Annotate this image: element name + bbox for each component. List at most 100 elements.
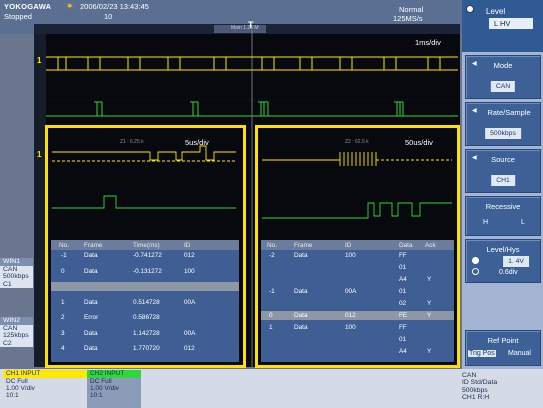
cell-no: 2 bbox=[61, 314, 65, 321]
table-row[interactable]: -1 Data -0.741272 012 bbox=[51, 251, 239, 260]
win1-mode: CAN bbox=[3, 265, 18, 273]
cell-id: 100 bbox=[184, 267, 195, 275]
win2-header: WIN2 bbox=[0, 317, 33, 325]
win1-rate: 500kbps bbox=[3, 273, 29, 280]
cell-frame: Data bbox=[294, 312, 308, 319]
table-row[interactable]: 4 Data 1.770720 012 bbox=[51, 344, 239, 353]
cell-frame: Data bbox=[84, 267, 98, 275]
main-time-div: 1ms/div bbox=[415, 38, 441, 47]
cell-frame: Error bbox=[84, 314, 99, 321]
ch2-probe: 10:1 bbox=[90, 392, 103, 400]
cell-no: -1 bbox=[61, 252, 67, 259]
table-row[interactable]: 0 Data -0.131272 100 bbox=[51, 267, 239, 276]
win1-header: WIN1 bbox=[0, 258, 33, 266]
table-row[interactable]: A4 Y bbox=[261, 347, 454, 356]
decode-table-2[interactable]: No. Frame ID Data Ack -2 Data 100 FF 01 A4 Y -1… bbox=[261, 240, 454, 362]
trigger-type: CAN bbox=[462, 372, 477, 379]
table-row[interactable]: 3 Data 1.142728 00A bbox=[51, 329, 239, 338]
table-row[interactable]: 01 bbox=[261, 335, 454, 344]
table-row[interactable]: 1 Data 0.514728 00A bbox=[51, 298, 239, 307]
cell-data: FF bbox=[399, 324, 407, 331]
cell-frame: Data bbox=[84, 252, 98, 259]
cell-no: 3 bbox=[61, 329, 65, 337]
table-row[interactable]: 02 Y bbox=[261, 299, 454, 308]
ch2-scale: 1.00 V/div bbox=[90, 385, 119, 393]
table-row[interactable]: -2 Data 100 FF bbox=[261, 251, 454, 260]
win2-mode: CAN bbox=[3, 324, 18, 332]
cell-data: 02 bbox=[399, 300, 407, 307]
cell-id: 100 bbox=[345, 252, 356, 259]
col-no: No. bbox=[59, 242, 69, 249]
cell-time: 1.770720 bbox=[133, 345, 160, 352]
win2-rate: 125kbps bbox=[3, 332, 29, 339]
cell-no: 0 bbox=[269, 312, 273, 319]
win1-source: C1 bbox=[3, 280, 12, 288]
col-ack: Ack bbox=[425, 242, 436, 249]
cell-id: 012 bbox=[184, 345, 195, 352]
ch1-header: CH1 INPUT bbox=[3, 370, 87, 378]
cell-frame: Data bbox=[84, 298, 98, 306]
cell-ack: Y bbox=[427, 276, 432, 283]
cell-data: FE bbox=[399, 312, 408, 319]
table-row[interactable]: 2 Error 0.586728 bbox=[51, 313, 239, 322]
cell-frame: Data bbox=[84, 345, 98, 352]
win2-source: C2 bbox=[3, 339, 12, 347]
trigger-info: CAN ID Std/Data 500kbps CH1 R:H bbox=[462, 372, 497, 402]
cell-id: 100 bbox=[345, 324, 356, 331]
trigger-frame: ID Std/Data bbox=[462, 379, 498, 387]
cell-id: 00A bbox=[184, 329, 196, 337]
ch2-coupling: DC Full bbox=[90, 378, 112, 385]
table-header: No. Frame Time(ms) ID bbox=[51, 240, 239, 250]
cell-time: -0.741272 bbox=[133, 252, 162, 259]
cell-ack: Y bbox=[427, 348, 432, 355]
zoom2-time-div: 50us/div bbox=[405, 138, 433, 147]
col-no: No. bbox=[267, 242, 277, 249]
ch1-coupling: DC Full bbox=[6, 378, 28, 385]
cell-time: -0.131272 bbox=[133, 267, 162, 275]
table-row[interactable]: 1 Data 100 FF bbox=[261, 323, 454, 332]
win1-label: WIN1 CAN 500kbps C1 bbox=[0, 258, 33, 288]
ch1-info[interactable]: CH1 INPUT DC Full 1.00 V/div 10:1 bbox=[3, 370, 87, 408]
cell-no: 4 bbox=[61, 345, 65, 352]
cell-no: -1 bbox=[269, 288, 275, 295]
cell-time: 1.142728 bbox=[133, 329, 160, 337]
cell-id: 012 bbox=[345, 312, 356, 319]
cell-no: 1 bbox=[61, 298, 65, 306]
cell-ack: Y bbox=[427, 300, 432, 307]
cell-id: 00A bbox=[345, 288, 357, 295]
col-id: ID bbox=[184, 242, 191, 249]
ch2-header: CH2 INPUT bbox=[87, 370, 141, 378]
col-id: ID bbox=[345, 242, 352, 249]
trigger-rate: 500kbps bbox=[462, 386, 488, 394]
cell-data: A4 bbox=[399, 348, 407, 355]
table-row[interactable]: 0 Data 012 FE Y bbox=[261, 311, 454, 320]
cell-data: FF bbox=[399, 252, 407, 259]
table-row[interactable]: -1 Data 00A 01 bbox=[261, 287, 454, 296]
trigger-source: CH1 R:H bbox=[462, 394, 490, 402]
table-row[interactable]: 01 bbox=[261, 263, 454, 272]
cell-no: 1 bbox=[269, 324, 273, 331]
col-data: Data bbox=[399, 242, 413, 249]
table-row[interactable]: A4 Y bbox=[261, 275, 454, 284]
col-time: Time(ms) bbox=[133, 242, 160, 249]
col-frame: Frame bbox=[294, 242, 313, 249]
ch1-zoom-marker: 1 bbox=[37, 150, 42, 159]
table-row[interactable] bbox=[51, 282, 239, 291]
cell-frame: Data bbox=[294, 324, 308, 331]
ch1-probe: 10:1 bbox=[6, 392, 19, 400]
win2-label: WIN2 CAN 125kbps C2 bbox=[0, 317, 33, 347]
zoom1-label: Z1 : 6.25 k bbox=[120, 139, 144, 145]
zoom1-time-div: 5us/div bbox=[185, 138, 209, 147]
cell-id: 012 bbox=[184, 252, 195, 259]
ch1-scale: 1.00 V/div bbox=[6, 385, 35, 393]
table-header: No. Frame ID Data Ack bbox=[261, 240, 454, 250]
cell-frame: Data bbox=[294, 252, 308, 259]
ch2-info[interactable]: CH2 INPUT DC Full 1.00 V/div 10:1 bbox=[87, 370, 141, 408]
cell-no: 0 bbox=[61, 267, 65, 275]
cell-time: 0.514728 bbox=[133, 298, 160, 306]
decode-table-1[interactable]: No. Frame Time(ms) ID -1 Data -0.741272 012… bbox=[51, 240, 239, 362]
cell-data: 01 bbox=[399, 288, 407, 295]
cell-no: -2 bbox=[269, 252, 275, 259]
cell-data: 01 bbox=[399, 264, 407, 271]
col-frame: Frame bbox=[84, 242, 103, 249]
